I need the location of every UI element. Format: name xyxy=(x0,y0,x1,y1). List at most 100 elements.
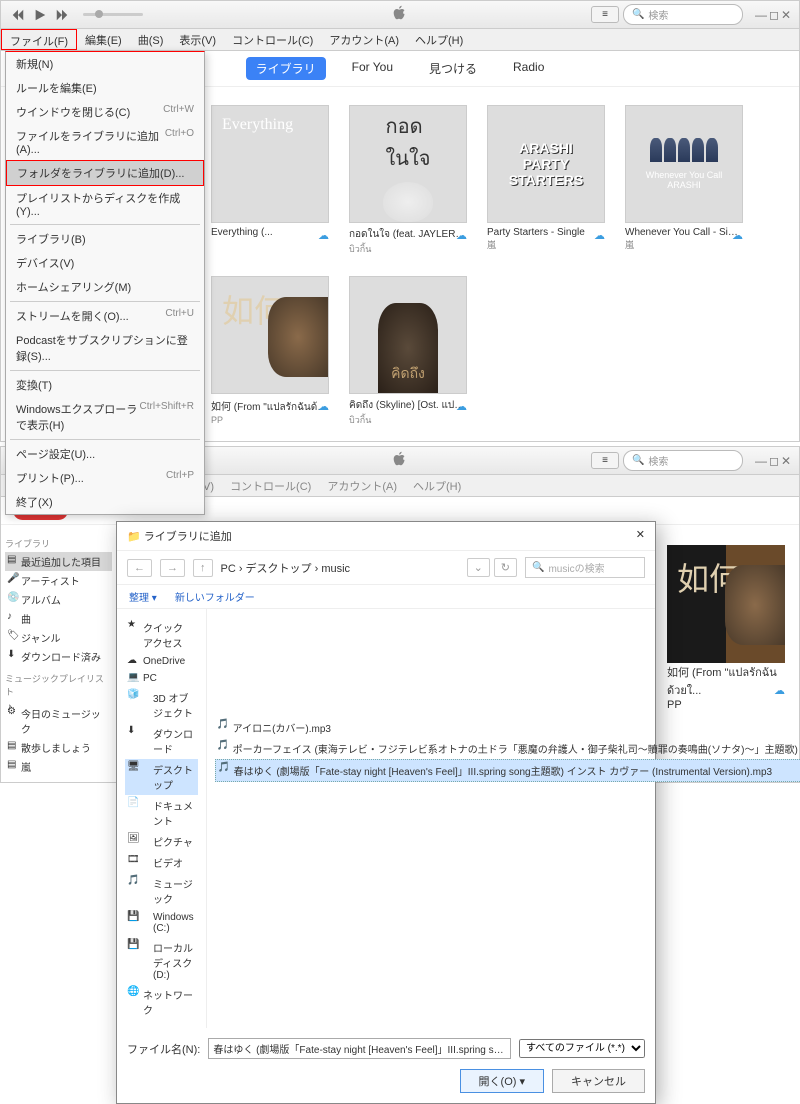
menuitem[interactable]: 終了(X) xyxy=(6,490,204,514)
menuitem[interactable]: デバイス(V) xyxy=(6,251,204,275)
nav-item[interactable]: 🖼ピクチャ xyxy=(125,831,198,852)
sidebar-item[interactable]: ▤散歩しましょう xyxy=(5,738,112,757)
dialog-search[interactable]: 🔍musicの検索 xyxy=(525,557,645,578)
search-input[interactable]: 🔍検索 xyxy=(623,450,743,471)
nav-item[interactable]: 🖥デスクトップ xyxy=(125,759,198,795)
nav-item[interactable]: 🎵ミュージック xyxy=(125,873,198,909)
nav-item[interactable]: 🧊3D オブジェクト xyxy=(125,687,198,723)
menuitem[interactable]: ウインドウを閉じる(C)Ctrl+W xyxy=(6,100,204,124)
file-item[interactable]: 🎵ポーカーフェイス (東海テレビ・フジテレビ系オトナの土ドラ「悪魔の弁護人・御子… xyxy=(215,738,800,759)
cloud-download-icon[interactable]: ☁ xyxy=(318,229,329,242)
sidebar-item[interactable]: ▤嵐 xyxy=(5,757,112,776)
menuitem[interactable]: ライブラリ(B) xyxy=(6,227,204,251)
menu-アカウント[interactable]: アカウント(A) xyxy=(321,29,407,50)
sidebar-item[interactable]: ⚙今日のミュージック xyxy=(5,704,112,738)
menuitem[interactable]: フォルダをライブラリに追加(D)... xyxy=(6,160,204,186)
sidebar-item[interactable]: 🎤アーティスト xyxy=(5,571,112,590)
album-item[interactable]: กอดในใจกอดในใจ (feat. JAYLERR) -...บิวกิ… xyxy=(349,105,467,256)
nav-fwd-icon[interactable]: → xyxy=(160,559,185,577)
menu-曲[interactable]: 曲(S) xyxy=(130,29,172,50)
tab-Radio[interactable]: Radio xyxy=(503,57,554,80)
menu-コントロール[interactable]: コントロール(C) xyxy=(222,475,319,496)
cloud-download-icon[interactable]: ☁ xyxy=(456,400,467,413)
sidebar-item[interactable]: ♪曲 xyxy=(5,609,112,628)
minimize-icon[interactable]: — xyxy=(755,8,767,22)
menuitem[interactable]: ホームシェアリング(M) xyxy=(6,275,204,299)
refresh-icon[interactable]: ↻ xyxy=(494,558,517,577)
menu-ヘルプ[interactable]: ヘルプ(H) xyxy=(405,475,469,496)
menuitem[interactable]: プレイリストからディスクを作成(Y)... xyxy=(6,186,204,222)
list-view-button[interactable]: ≡ xyxy=(591,452,619,469)
nav-back-icon[interactable]: ← xyxy=(127,559,152,577)
menu-ヘルプ[interactable]: ヘルプ(H) xyxy=(407,29,471,50)
next-icon[interactable] xyxy=(53,6,71,24)
album-artist: 嵐 xyxy=(625,238,743,251)
menu-表示[interactable]: 表示(V) xyxy=(171,29,224,50)
sidebar-item[interactable]: ▤最近追加した項目 xyxy=(5,552,112,571)
open-button[interactable]: 開く(O) ▾ xyxy=(460,1069,544,1093)
cancel-button[interactable]: キャンセル xyxy=(552,1069,645,1093)
filename-input[interactable]: 春はゆく (劇場版「Fate-stay night [Heaven's Feel… xyxy=(208,1038,511,1059)
menu-アカウント[interactable]: アカウント(A) xyxy=(319,475,405,496)
nav-item[interactable]: 💻PC xyxy=(125,670,198,687)
album-item[interactable]: คิดถึงคิดถึง (Skyline) [Ost. แปล...บิวกิ… xyxy=(349,276,467,427)
cloud-download-icon[interactable]: ☁ xyxy=(456,229,467,242)
tool-link[interactable]: 新しいフォルダー xyxy=(175,589,255,604)
nav-up-icon[interactable]: ↑ xyxy=(193,559,213,577)
list-view-button[interactable]: ≡ xyxy=(591,6,619,23)
album-item[interactable]: 如何如何 (From "แปลรักฉันด้วยใ...PP☁ xyxy=(211,276,329,427)
tool-link[interactable]: 整理 ▾ xyxy=(129,589,157,604)
menuitem[interactable]: Windowsエクスプローラで表示(H)Ctrl+Shift+R xyxy=(6,397,204,437)
close-icon[interactable]: ✕ xyxy=(636,528,645,544)
nav-item[interactable]: 🌐ネットワーク xyxy=(125,984,198,1020)
file-filter-select[interactable]: すべてのファイル (*.*) xyxy=(519,1039,645,1058)
nav-item[interactable]: 💾Windows (C:) xyxy=(125,909,198,937)
nav-item[interactable]: 📄ドキュメント xyxy=(125,795,198,831)
tab-For You[interactable]: For You xyxy=(342,57,403,80)
sidebar-item[interactable]: 💿アルバム xyxy=(5,590,112,609)
minimize-icon[interactable]: — xyxy=(755,454,767,468)
close-icon[interactable]: ✕ xyxy=(781,8,791,22)
album-item[interactable]: EverythingEverything (...☁ xyxy=(211,105,329,256)
menuitem[interactable]: ストリームを開く(O)...Ctrl+U xyxy=(6,304,204,328)
menuitem[interactable]: 変換(T) xyxy=(6,373,204,397)
dialog-bottom: ファイル名(N): 春はゆく (劇場版「Fate-stay night [Hea… xyxy=(117,1028,655,1103)
nav-item[interactable]: ⬇ダウンロード xyxy=(125,723,198,759)
menu-コントロール[interactable]: コントロール(C) xyxy=(224,29,321,50)
nav-item[interactable]: 💾ローカル ディスク (D:) xyxy=(125,937,198,984)
cloud-download-icon[interactable]: ☁ xyxy=(318,400,329,413)
cloud-download-icon[interactable]: ☁ xyxy=(594,229,605,242)
breadcrumb[interactable]: PC › デスクトップ › music xyxy=(221,560,459,576)
menu-編集[interactable]: 編集(E) xyxy=(77,29,130,50)
nav-item[interactable]: ☁OneDrive xyxy=(125,653,198,670)
sidebar-item[interactable]: 🏷ジャンル xyxy=(5,628,112,647)
menuitem[interactable]: 新規(N) xyxy=(6,52,204,76)
menuitem[interactable]: ルールを編集(E) xyxy=(6,76,204,100)
file-item[interactable]: 🎵春はゆく (劇場版「Fate-stay night [Heaven's Fee… xyxy=(215,759,800,782)
nav-item[interactable]: 🎞ビデオ xyxy=(125,852,198,873)
album-artist: บิวกิ้น xyxy=(349,413,467,427)
nav-item[interactable]: ★クイック アクセス xyxy=(125,617,198,653)
maximize-icon[interactable]: ◻ xyxy=(769,8,779,22)
prev-icon[interactable] xyxy=(9,6,27,24)
menu-ファイル[interactable]: ファイル(F) xyxy=(1,29,77,50)
menuitem[interactable]: ファイルをライブラリに追加(A)...Ctrl+O xyxy=(6,124,204,160)
search-input[interactable]: 🔍検索 xyxy=(623,4,743,25)
play-icon[interactable] xyxy=(31,6,49,24)
menuitem[interactable]: プリント(P)...Ctrl+P xyxy=(6,466,204,490)
maximize-icon[interactable]: ◻ xyxy=(769,454,779,468)
tab-見つける[interactable]: 見つける xyxy=(419,57,487,80)
tab-ライブラリ[interactable]: ライブラリ xyxy=(246,57,326,80)
album-item[interactable]: Whenever You CallARASHIWhenever You Call… xyxy=(625,105,743,256)
cloud-download-icon[interactable]: ☁ xyxy=(732,229,743,242)
file-item[interactable]: 🎵アイロニ(カバー).mp3 xyxy=(215,717,800,738)
close-icon[interactable]: ✕ xyxy=(781,454,791,468)
album-item[interactable]: ARASHIPARTYSTARTERSParty Starters - Sing… xyxy=(487,105,605,256)
dropdown-icon[interactable]: ⌄ xyxy=(467,558,490,577)
sidebar-item[interactable]: ⬇ダウンロード済み xyxy=(5,647,112,666)
volume-slider[interactable] xyxy=(83,13,143,16)
menuitem[interactable]: ページ設定(U)... xyxy=(6,442,204,466)
drive-icon: 💾 xyxy=(127,939,139,951)
disc-icon: 💿 xyxy=(7,592,18,603)
menuitem[interactable]: Podcastをサブスクリプションに登録(S)... xyxy=(6,328,204,368)
